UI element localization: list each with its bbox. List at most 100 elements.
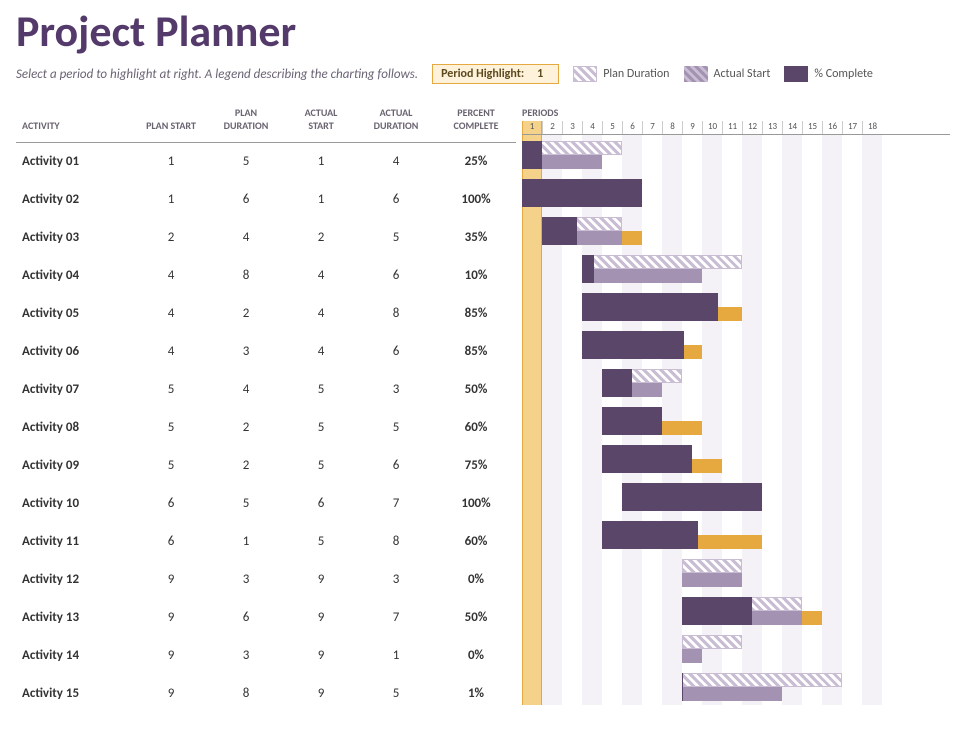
cell-actual-duration: 5 — [356, 409, 436, 447]
cell-plan-start: 9 — [136, 561, 206, 599]
bar-plan — [682, 559, 742, 573]
cell-plan-duration: 8 — [206, 257, 286, 295]
cell-plan-start: 1 — [136, 143, 206, 181]
period-highlight-label: Period Highlight: — [441, 67, 524, 81]
cell-plan-start: 9 — [136, 637, 206, 675]
cell-plan-duration: 2 — [206, 447, 286, 485]
gantt-row — [522, 629, 950, 667]
legend-complete-label: % Complete — [814, 67, 872, 81]
cell-actual-duration: 8 — [356, 523, 436, 561]
cell-percent-complete: 60% — [436, 409, 516, 447]
page-title: Project Planner — [16, 4, 950, 58]
cell-activity: Activity 09 — [16, 447, 136, 485]
bar-actual-overrun — [802, 611, 822, 625]
bar-complete — [682, 673, 683, 701]
planner-grid: ACTIVITY PLAN START PLAN DURATION ACTUAL… — [16, 102, 950, 713]
cell-plan-start: 5 — [136, 447, 206, 485]
cell-percent-complete: 85% — [436, 333, 516, 371]
cell-plan-duration: 1 — [206, 523, 286, 561]
period-tick: 4 — [582, 121, 602, 134]
cell-plan-duration: 2 — [206, 295, 286, 333]
table-row[interactable]: Activity 13969750% — [16, 599, 516, 637]
table-row[interactable]: Activity 08525560% — [16, 409, 516, 447]
table-row[interactable]: Activity 021616100% — [16, 181, 516, 219]
table-row[interactable]: Activity 07545350% — [16, 371, 516, 409]
period-tick: 12 — [742, 121, 762, 134]
cell-actual-start: 1 — [286, 181, 356, 219]
table-row[interactable]: Activity 1493910% — [16, 637, 516, 675]
legend-actual-start: Actual Start — [684, 66, 771, 82]
cell-actual-start: 6 — [286, 485, 356, 523]
gantt-row — [522, 591, 950, 629]
period-highlight-control[interactable]: Period Highlight: 1 — [432, 64, 559, 84]
cell-activity: Activity 02 — [16, 181, 136, 219]
table-row[interactable]: Activity 1598951% — [16, 675, 516, 713]
table-row[interactable]: Activity 04484610% — [16, 257, 516, 295]
cell-plan-duration: 6 — [206, 181, 286, 219]
cell-plan-duration: 5 — [206, 143, 286, 181]
cell-percent-complete: 85% — [436, 295, 516, 333]
cell-activity: Activity 08 — [16, 409, 136, 447]
cell-activity: Activity 06 — [16, 333, 136, 371]
table-row[interactable]: Activity 03242535% — [16, 219, 516, 257]
cell-percent-complete: 1% — [436, 675, 516, 713]
bar-complete — [522, 141, 542, 169]
col-plan-duration: PLAN DURATION — [206, 102, 286, 143]
period-tick: 18 — [862, 121, 882, 134]
table-row[interactable]: Activity 09525675% — [16, 447, 516, 485]
bar-actual-overrun — [622, 231, 642, 245]
period-highlight-value[interactable]: 1 — [530, 67, 550, 81]
legend-plan-label: Plan Duration — [603, 67, 669, 81]
cell-percent-complete: 50% — [436, 599, 516, 637]
gantt-row — [522, 515, 950, 553]
cell-plan-duration: 4 — [206, 219, 286, 257]
cell-plan-start: 6 — [136, 485, 206, 523]
cell-percent-complete: 60% — [436, 523, 516, 561]
cell-percent-complete: 75% — [436, 447, 516, 485]
bar-actual — [682, 573, 742, 587]
legend-plan-duration: Plan Duration — [573, 66, 669, 82]
period-tick: 9 — [682, 121, 702, 134]
cell-activity: Activity 14 — [16, 637, 136, 675]
table-row[interactable]: Activity 11615860% — [16, 523, 516, 561]
gantt-row — [522, 173, 950, 211]
cell-plan-start: 9 — [136, 675, 206, 713]
swatch-actual-icon — [684, 66, 708, 82]
cell-activity: Activity 04 — [16, 257, 136, 295]
cell-activity: Activity 07 — [16, 371, 136, 409]
gantt-row — [522, 249, 950, 287]
cell-plan-start: 2 — [136, 219, 206, 257]
col-plan-start: PLAN START — [136, 102, 206, 143]
gantt-chart: PERIODS 123456789101112131415161718 — [522, 102, 950, 705]
table-row[interactable]: Activity 01151425% — [16, 143, 516, 181]
cell-plan-duration: 3 — [206, 333, 286, 371]
swatch-complete-icon — [784, 66, 808, 82]
cell-plan-start: 5 — [136, 371, 206, 409]
cell-plan-start: 9 — [136, 599, 206, 637]
cell-plan-start: 6 — [136, 523, 206, 561]
table-row[interactable]: Activity 06434685% — [16, 333, 516, 371]
cell-activity: Activity 13 — [16, 599, 136, 637]
cell-actual-start: 9 — [286, 637, 356, 675]
cell-actual-duration: 3 — [356, 561, 436, 599]
cell-percent-complete: 0% — [436, 637, 516, 675]
cell-actual-duration: 6 — [356, 257, 436, 295]
cell-actual-duration: 6 — [356, 447, 436, 485]
cell-plan-start: 4 — [136, 295, 206, 333]
table-row[interactable]: Activity 1293930% — [16, 561, 516, 599]
period-tick: 7 — [642, 121, 662, 134]
gantt-row — [522, 401, 950, 439]
bar-complete — [602, 445, 692, 473]
table-row[interactable]: Activity 106567100% — [16, 485, 516, 523]
bar-complete — [602, 521, 698, 549]
gantt-row — [522, 325, 950, 363]
cell-percent-complete: 0% — [436, 561, 516, 599]
cell-activity: Activity 05 — [16, 295, 136, 333]
cell-percent-complete: 25% — [436, 143, 516, 181]
gantt-row — [522, 553, 950, 591]
table-row[interactable]: Activity 05424885% — [16, 295, 516, 333]
cell-actual-start: 4 — [286, 295, 356, 333]
bar-plan — [582, 255, 742, 269]
cell-plan-duration: 3 — [206, 561, 286, 599]
cell-percent-complete: 50% — [436, 371, 516, 409]
